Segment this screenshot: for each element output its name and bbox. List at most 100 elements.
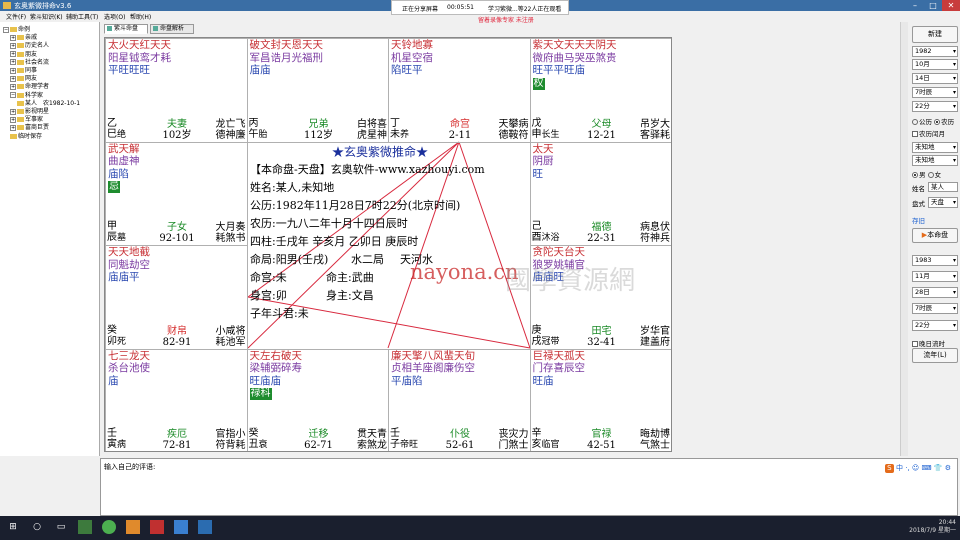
minor-stars: 阴厨	[532, 155, 554, 167]
flow-year-select[interactable]: 1983	[912, 255, 958, 266]
app-icon-1[interactable]	[78, 520, 92, 534]
palace-stars: 廉天擎八风蜚天旬 贞相羊座阁廉伤空 平庙陷	[391, 350, 527, 388]
palace-stem-stage: 壬子帝旺	[390, 428, 418, 451]
watermark-text: nayona.cn	[410, 260, 519, 284]
center-line-solar: 公历:1982年11月28日7时22分(北京时间)	[250, 199, 461, 212]
palace-stem-stage: 乙巳绝	[107, 118, 126, 141]
year-select[interactable]: 1982	[912, 46, 958, 57]
palace-name-block: 迁移 62-71	[294, 429, 344, 451]
solar-radio[interactable]	[912, 119, 918, 125]
female-radio[interactable]	[927, 172, 934, 178]
palace-chen[interactable]: 武天解 曲虚神 庙陷忌甲辰墓 子女 92-101 大月奏 耗煞书	[105, 141, 248, 246]
palace-wu[interactable]: 破文封天恩天天 军昌诰月光福刑 庙庙 丙午胎 兄弟 112岁 白将喜 虎星神	[246, 38, 389, 143]
minor-stars: 机星空宿	[391, 51, 433, 64]
palace-stars: 天天地截 同魁劫空 庙庙平	[108, 246, 244, 284]
share-viewers: 学习紫微...等22人正在观看	[488, 6, 562, 13]
comment-area[interactable]: 输入自己的评语: S 中 ·, ☺ ⌨ 👕 ⚙	[100, 458, 958, 516]
tab-chart[interactable]: 紫斗命盘	[104, 24, 148, 34]
menu-tools[interactable]: 辅助工具(T)	[66, 12, 98, 21]
life-stage: 养	[400, 129, 410, 140]
tree-expander-icon[interactable]: −	[3, 26, 9, 33]
palace-shen[interactable]: 紫天文天天天阴天 微府曲马哭巫煞贵 旺平平旺庙权戊申长生 父母 12-21 吊岁大 客驿耗	[529, 38, 671, 143]
palace-gods: 丧灾力 门煞士	[498, 429, 529, 451]
decade-age: 12-21	[587, 129, 616, 141]
app-icon-6[interactable]	[198, 520, 212, 534]
leap-check[interactable]	[912, 131, 918, 137]
app-icon-4[interactable]	[150, 520, 164, 534]
palace-gods: 吊岁大 客驿耗	[640, 118, 670, 141]
place-select-1[interactable]: 未知地	[912, 142, 958, 153]
male-radio[interactable]	[912, 172, 918, 178]
menu-knowledge[interactable]: 紫斗知识(K)	[30, 12, 63, 21]
minor-stars: 微府曲马哭巫煞贵	[532, 51, 617, 64]
menu-options[interactable]: 选项(O)	[104, 12, 125, 21]
lunar-radio[interactable]	[934, 119, 941, 125]
app-icon-5[interactable]	[174, 520, 188, 534]
main-stars: 天铃地寡	[391, 39, 433, 51]
menu-file[interactable]: 文件(F)	[6, 12, 26, 21]
app-icon-3[interactable]	[126, 520, 140, 534]
palace-yin[interactable]: 七三龙天 杀台池使庙壬寅病 疾厄 72-81 官指小 符背耗	[105, 348, 248, 451]
calendar-radio-group: 公历 农历	[912, 116, 954, 126]
palace-chou[interactable]: 天左右破天 梁辅弼碎寿 旺庙庙 禄科 癸丑衰 迁移 62-71 贯天青 索煞龙	[246, 348, 389, 451]
palace-gods: 岁华官 建盖府	[640, 325, 670, 348]
life-stage: 绝	[117, 129, 127, 140]
flow-hour-select[interactable]: 7时辰	[912, 303, 958, 314]
palace-si[interactable]: 太火天红天天 阳星钺鸾才耗 平旺旺旺 乙巳绝 夫妻 102岁 龙亡飞 德神廉	[105, 38, 248, 143]
palace-gods: 贯天青 索煞龙	[357, 429, 387, 451]
center-title: ★玄奥紫微推命★	[332, 145, 429, 159]
minute-select[interactable]: 22分	[912, 101, 958, 112]
hour-select[interactable]: 7时辰	[912, 87, 958, 98]
task-view-icon[interactable]: ▭	[54, 520, 68, 534]
save-link[interactable]: 存旧	[912, 215, 925, 225]
chart-scrollbar[interactable]	[900, 22, 908, 456]
tree-item[interactable]: 临时保存	[10, 131, 42, 140]
menu-help[interactable]: 帮助(H)	[130, 12, 151, 21]
maximize-icon[interactable]: □	[924, 0, 942, 11]
main-stars: 武天解	[108, 142, 140, 155]
flow-month-select[interactable]: 11月	[912, 271, 958, 282]
main-stars: 贪陀天台天	[532, 246, 586, 258]
natal-chart-button[interactable]: ▶本命盘	[912, 228, 958, 243]
search-icon[interactable]: ○	[30, 520, 44, 534]
minor-stars: 杀台池使	[108, 362, 150, 374]
center-line-lunar: 农历:一九八二年十月十四日辰时	[250, 217, 408, 230]
close-icon[interactable]: ✕	[942, 0, 960, 11]
windows-start-icon[interactable]: ⊞	[6, 520, 20, 534]
system-clock[interactable]: 20:44 2018/7/9 星期一	[909, 519, 956, 535]
flow-minute-select[interactable]: 22分	[912, 320, 958, 331]
center-info: ★玄奥紫微推命★ 【本命盘-天盘】玄奥软件-www.xazhouyi.com 姓…	[248, 142, 530, 348]
tree-expander-icon[interactable]: −	[10, 92, 16, 99]
late-night-checkbox[interactable]: 晚日流时	[912, 338, 945, 348]
palace-mao[interactable]: 天天地截 同魁劫空 庙庙平 癸卯死 财帛 82-91 小咸将 耗池军	[105, 245, 248, 350]
tab-analysis[interactable]: 命盘解析	[150, 24, 194, 34]
main-stars: 紫天文天天天阴天	[532, 39, 617, 51]
folder-icon	[10, 133, 17, 139]
palace-name-block: 兄弟 112岁	[294, 119, 344, 141]
leap-month-checkbox[interactable]: 农历闰月	[912, 128, 945, 138]
new-button[interactable]: 新建	[912, 26, 958, 43]
palace-wei[interactable]: 天铃地寡 机星空宿 陷旺平 丁未养 命宫 2-11 天攀病 德鞍符	[388, 38, 531, 143]
month-select[interactable]: 10月	[912, 59, 958, 70]
place-select-2[interactable]: 未知地	[912, 155, 958, 166]
stem-branch: 己酉	[531, 221, 542, 243]
decade-age: 22-31	[587, 233, 616, 244]
decade-age: 2-11	[448, 129, 472, 141]
chart-type-select[interactable]: 天盘	[928, 197, 958, 208]
palace-gods: 天攀病 德鞍符	[498, 118, 529, 141]
late-night-check[interactable]	[912, 341, 918, 347]
day-select[interactable]: 14日	[912, 73, 958, 84]
stem-branch: 辛亥	[531, 428, 542, 450]
palace-zi[interactable]: 廉天擎八风蜚天旬 贞相羊座阁廉伤空 平庙陷 壬子帝旺 仆役 52-61 丧灾力 门煞士	[388, 348, 531, 451]
palace-stars: 天左右破天 梁辅弼碎寿 旺庙庙 禄科	[249, 350, 386, 400]
palace-you[interactable]: 太天 阴厨旺己酉沐浴 福德 22-31 病息伏 符神兵	[529, 141, 671, 246]
flow-day-select[interactable]: 28日	[912, 287, 958, 298]
name-input[interactable]: 某人	[928, 182, 958, 192]
minimize-icon[interactable]: –	[906, 0, 924, 11]
ime-toolbar[interactable]: S 中 ·, ☺ ⌨ 👕 ⚙	[884, 463, 951, 473]
case-tree: − 命例 + 亲戚 + 历史名人 + 朋友 + 社会名流 + 同事 + 网友 + 命理学者 − 科学家 某人 农198…	[0, 22, 100, 456]
palace-hai[interactable]: 巨禄天孤天 门存喜辰空 旺庙 辛亥临官 官禄 42-51 晦劫博 气煞士	[529, 348, 671, 451]
app-icon-2[interactable]	[102, 520, 116, 534]
flow-year-button[interactable]: 流年(L)	[912, 348, 958, 363]
center-line-element: 水二局	[351, 253, 384, 266]
